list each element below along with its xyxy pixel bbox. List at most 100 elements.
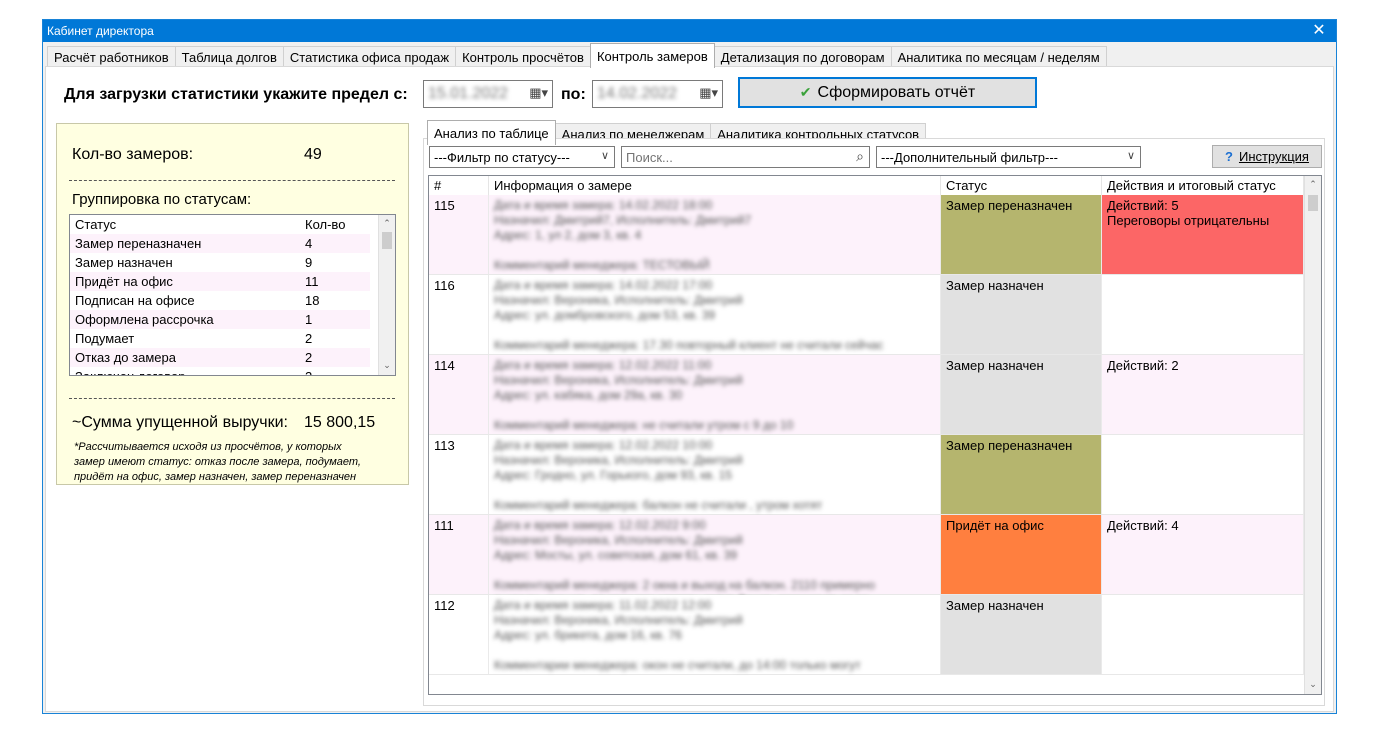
tab-main-3[interactable]: Контроль просчётов — [455, 46, 591, 68]
info-line: Дата и время замера: 14.02.2022 18:00 — [494, 198, 713, 212]
info-line: Дата и время замера: 12.02.2022 11:00 — [494, 358, 712, 372]
col-header-info[interactable]: Информация о замере — [489, 176, 941, 195]
status-group-row[interactable]: Замер переназначен 4 — [70, 234, 370, 253]
status-cell: Замер назначен — [941, 275, 1102, 354]
status-count: 1 — [305, 312, 313, 327]
help-button-label: Инструкция — [1238, 149, 1309, 164]
info-line: Дата и время замера: 12.02.2022 9:00 — [494, 518, 706, 532]
status-group-row[interactable]: Оформлена рассрочка 1 — [70, 310, 370, 329]
table-row[interactable]: 114 Дата и время замера: 12.02.2022 11:00… — [429, 355, 1304, 435]
info-line: Назначил: Вероника, Исполнитель: Дмитрий — [494, 293, 743, 307]
status-name: Замер переназначен — [75, 236, 202, 251]
tab-main-4[interactable]: Контроль замеров — [589, 43, 715, 68]
info-line: Назначил: Вероника, Исполнитель: Дмитрий — [494, 373, 743, 387]
info-line — [494, 323, 935, 338]
status-group-row[interactable]: Подумает 2 — [70, 329, 370, 348]
actions-cell — [1102, 435, 1304, 514]
status-group-row[interactable]: Отказ до замера 2 — [70, 348, 370, 367]
info-line: Комментарии менеджера: окон не считали, … — [494, 658, 861, 672]
tab-main-0[interactable]: Расчёт работников — [47, 46, 176, 68]
table-row[interactable]: 112 Дата и время замера: 11.02.2022 12:00… — [429, 595, 1304, 675]
status-cell: Замер переназначен — [941, 195, 1102, 274]
status-name: Подписан на офисе — [75, 293, 195, 308]
tab-main-1[interactable]: Таблица долгов — [174, 46, 284, 68]
info-line: Комментарий менеджера: 2 окна и выход на… — [494, 578, 875, 592]
col-header-number[interactable]: # — [429, 176, 489, 195]
col-count: Кол-во — [305, 217, 346, 232]
main-tab-bar: Расчёт работников Таблица долгов Статистик… — [47, 43, 1107, 68]
actions-cell: Действий: 4 — [1102, 515, 1304, 594]
date-to-picker[interactable]: 14.02.2022 ▦▾ — [592, 80, 723, 108]
row-number: 116 — [429, 275, 489, 354]
scroll-down-icon[interactable]: ⌄ — [1305, 676, 1321, 693]
status-group-row[interactable]: Заключен договор 2 — [70, 367, 370, 375]
calendar-icon[interactable]: ▦▾ — [699, 85, 718, 101]
info-line: Комментарий менеджера: 17.30 повторный к… — [494, 338, 884, 352]
info-line — [494, 643, 935, 658]
vertical-scrollbar[interactable]: ⌃ ⌄ — [378, 215, 395, 375]
action-line: Действий: 2 — [1107, 358, 1179, 373]
measurements-grid[interactable]: # Информация о замере Статус Действия и … — [428, 175, 1322, 695]
info-line — [494, 483, 935, 498]
lost-revenue-label: ~Сумма упущенной выручки: — [72, 414, 288, 431]
scroll-thumb[interactable] — [382, 232, 392, 249]
col-header-actions[interactable]: Действия и итоговый статус — [1102, 176, 1304, 195]
table-row[interactable]: 113 Дата и время замера: 12.02.2022 10:00… — [429, 435, 1304, 515]
date-from-picker[interactable]: 15.01.2022 ▦▾ — [423, 80, 553, 108]
actions-cell: Действий: 2 — [1102, 355, 1304, 434]
scroll-down-icon[interactable]: ⌄ — [379, 357, 395, 374]
table-row[interactable]: 116 Дата и время замера: 14.02.2022 17:00… — [429, 275, 1304, 355]
tab-main-5[interactable]: Детализация по договорам — [713, 46, 892, 68]
status-group-row[interactable]: Придёт на офис 11 — [70, 272, 370, 291]
status-cell: Замер назначен — [941, 355, 1102, 434]
actions-cell: Действий: 5 Переговоры отрицательны — [1102, 195, 1304, 274]
close-icon[interactable]: ✕ — [1302, 20, 1336, 42]
action-line: Действий: 4 — [1107, 518, 1179, 533]
info-line: Назначил: Вероника, Исполнитель: Дмитрий — [494, 533, 743, 547]
status-count: 4 — [305, 236, 313, 251]
status-filter-dropdown[interactable]: ---Фильтр по статусу--- ∨ — [429, 146, 615, 168]
table-row[interactable]: 115 Дата и время замера: 14.02.2022 18:00… — [429, 195, 1304, 275]
row-number: 115 — [429, 195, 489, 274]
help-icon: ? — [1225, 149, 1233, 164]
scroll-up-icon[interactable]: ⌃ — [379, 215, 395, 232]
generate-report-button[interactable]: ✔ Сформировать отчёт — [738, 77, 1037, 108]
status-count: 9 — [305, 255, 313, 270]
tab-main-2[interactable]: Статистика офиса продаж — [282, 46, 457, 68]
measurement-info: Дата и время замера: 14.02.2022 18:00 Наз… — [489, 195, 941, 274]
status-name: Оформлена рассрочка — [75, 312, 214, 327]
status-cell: Замер назначен — [941, 595, 1102, 674]
search-box[interactable]: ⌕ — [621, 146, 870, 168]
measure-count-value: 49 — [304, 146, 322, 163]
vertical-scrollbar[interactable]: ⌃ ⌄ — [1304, 176, 1321, 694]
info-line: Адрес: ул. брикета, дом 16, кв. 76 — [494, 628, 682, 642]
status-count: 2 — [305, 369, 312, 375]
info-line: Адрес: Гродно, ул. Горького, дом 93, кв.… — [494, 468, 733, 482]
period-label: Для загрузки статистики укажите предел с… — [64, 86, 408, 103]
measurement-info: Дата и время замера: 14.02.2022 17:00 Наз… — [489, 275, 941, 354]
scroll-up-icon[interactable]: ⌃ — [1305, 176, 1321, 193]
extra-filter-dropdown[interactable]: ---Дополнительный фильтр--- ∨ — [876, 146, 1141, 168]
status-group-row[interactable]: Замер назначен 9 — [70, 253, 370, 272]
status-cell: Замер переназначен — [941, 435, 1102, 514]
info-line: Комментарий менеджера: ТЕСТОВЫЙ — [494, 258, 710, 272]
info-line: Дата и время замера: 11.02.2022 12:00 — [494, 598, 712, 612]
search-input[interactable] — [624, 148, 846, 167]
table-row[interactable]: 111 Дата и время замера: 12.02.2022 9:00 Н… — [429, 515, 1304, 622]
tab-main-6[interactable]: Аналитика по месяцам / неделям — [890, 46, 1107, 68]
info-line: Адрес: Мосты, ул. советская, дом 61, кв.… — [494, 548, 737, 562]
calendar-icon[interactable]: ▦▾ — [529, 85, 548, 101]
col-header-status[interactable]: Статус — [941, 176, 1102, 195]
help-button[interactable]: ? Инструкция — [1212, 145, 1322, 168]
status-group-table[interactable]: Статус Кол-во Замер переназначен 4 Замер н… — [69, 214, 396, 376]
scroll-thumb[interactable] — [1308, 195, 1318, 211]
date-from-value: 15.01.2022 — [428, 85, 509, 102]
tab-sub-0[interactable]: Анализ по таблице — [427, 120, 556, 145]
status-name: Отказ до замера — [75, 350, 176, 365]
status-name: Подумает — [75, 331, 135, 346]
status-group-row[interactable]: Подписан на офисе 18 — [70, 291, 370, 310]
divider — [69, 180, 395, 181]
search-icon[interactable]: ⌕ — [856, 148, 864, 165]
lost-revenue-note: *Рассчитывается исходя из просчётов, у к… — [74, 441, 361, 483]
summary-panel: Кол-во замеров: 49 Группировка по статус… — [56, 123, 409, 485]
